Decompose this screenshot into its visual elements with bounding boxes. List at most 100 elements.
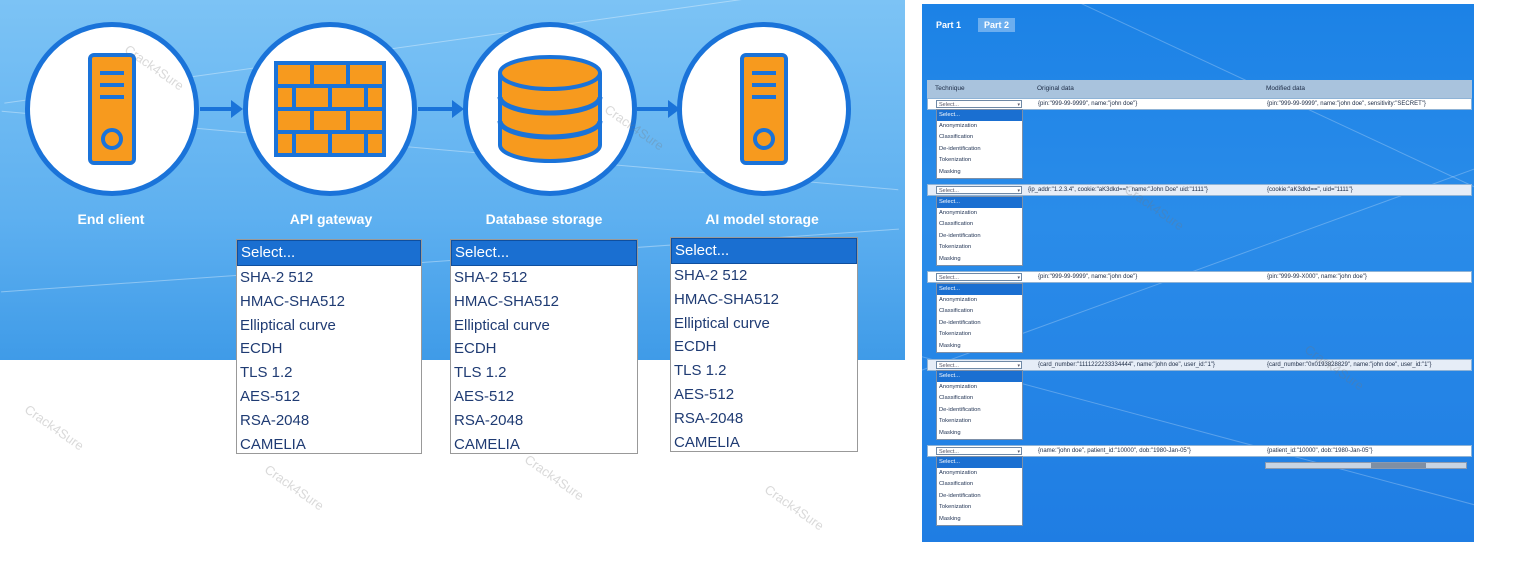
option-masking[interactable]: Masking (937, 254, 1022, 265)
option-anonymization[interactable]: Anonymization (937, 295, 1022, 306)
original-data-cell: {name:"john doe", patient_id:"10000", do… (1038, 448, 1191, 454)
select-option[interactable]: SHA-2 512 (451, 266, 637, 290)
select-option[interactable]: HMAC-SHA512 (451, 290, 637, 314)
database-storage-node (463, 22, 637, 196)
select-option[interactable]: CAMELIA (671, 431, 857, 455)
option-de-identification[interactable]: De-identification (937, 405, 1022, 416)
select-current[interactable]: Select... (451, 240, 637, 266)
api-gateway-encryption-select[interactable]: Select... SHA-2 512 HMAC-SHA512 Elliptic… (236, 239, 422, 454)
database-storage-encryption-select[interactable]: Select... SHA-2 512 HMAC-SHA512 Elliptic… (450, 239, 638, 454)
select-option[interactable]: TLS 1.2 (671, 359, 857, 383)
select-option[interactable]: Elliptical curve (451, 314, 637, 338)
select-option[interactable]: TLS 1.2 (237, 361, 421, 385)
ai-model-storage-node (677, 22, 851, 196)
database-storage-label: Database storage (485, 211, 603, 227)
tab-part-1[interactable]: Part 1 (930, 18, 967, 32)
select-current[interactable]: Select... (671, 238, 857, 264)
option-de-identification[interactable]: De-identification (937, 231, 1022, 242)
select-option[interactable]: ECDH (671, 335, 857, 359)
ai-model-storage-encryption-select[interactable]: Select... SHA-2 512 HMAC-SHA512 Elliptic… (670, 237, 858, 452)
server-icon (88, 53, 136, 165)
select-option[interactable]: SHA-2 512 (237, 266, 421, 290)
option-classification[interactable]: Classification (937, 219, 1022, 230)
select-option[interactable]: CAMELIA (451, 433, 637, 457)
select-option[interactable]: Elliptical curve (671, 312, 857, 336)
option-classification[interactable]: Classification (937, 393, 1022, 404)
select-option[interactable]: RSA-2048 (237, 409, 421, 433)
original-data-cell: {card_number:"1111222233334444", name:"j… (1038, 362, 1215, 368)
select-option[interactable]: Elliptical curve (237, 314, 421, 338)
option-select[interactable]: Select... (937, 197, 1022, 208)
technique-select[interactable]: Select... (936, 186, 1022, 195)
technique-options-list[interactable]: Select... Anonymization Classification D… (936, 109, 1023, 179)
select-option[interactable]: ECDH (237, 337, 421, 361)
firewall-icon (274, 61, 386, 157)
option-classification[interactable]: Classification (937, 306, 1022, 317)
end-client-label: End client (77, 211, 145, 227)
flow-arrow (637, 100, 680, 118)
original-data-cell: {pin:"999-99-9999", name:"john doe"} (1038, 101, 1138, 107)
technique-options-list[interactable]: Select... Anonymization Classification D… (936, 370, 1023, 440)
flow-arrow (200, 100, 243, 118)
option-de-identification[interactable]: De-identification (937, 491, 1022, 502)
end-client-node (25, 22, 199, 196)
select-option[interactable]: CAMELIA (237, 433, 421, 457)
technique-select[interactable]: Select... (936, 100, 1022, 109)
table-row: Select... {pin:"999-99-9999", name:"john… (927, 271, 1472, 283)
ai-model-storage-label: AI model storage (705, 211, 819, 227)
option-classification[interactable]: Classification (937, 132, 1022, 143)
option-anonymization[interactable]: Anonymization (937, 382, 1022, 393)
modified-data-cell: {patient_id:"10000", dob:"1980-Jan-05"} (1267, 448, 1373, 454)
option-de-identification[interactable]: De-identification (937, 318, 1022, 329)
option-tokenization[interactable]: Tokenization (937, 155, 1022, 166)
technique-options-list[interactable]: Select... Anonymization Classification D… (936, 456, 1023, 526)
select-option[interactable]: AES-512 (451, 385, 637, 409)
option-classification[interactable]: Classification (937, 479, 1022, 490)
database-icon (497, 55, 603, 163)
tab-part-2[interactable]: Part 2 (978, 18, 1016, 32)
option-masking[interactable]: Masking (937, 514, 1022, 525)
option-anonymization[interactable]: Anonymization (937, 121, 1022, 132)
option-de-identification[interactable]: De-identification (937, 144, 1022, 155)
select-option[interactable]: SHA-2 512 (671, 264, 857, 288)
select-option[interactable]: ECDH (451, 337, 637, 361)
horizontal-scrollbar[interactable] (1265, 462, 1467, 469)
option-tokenization[interactable]: Tokenization (937, 242, 1022, 253)
modified-data-cell: {pin:"999-99-X000", name:"john doe"} (1267, 274, 1367, 280)
column-header-modified: Modified data (1266, 85, 1306, 92)
option-tokenization[interactable]: Tokenization (937, 502, 1022, 513)
select-current[interactable]: Select... (237, 240, 421, 266)
modified-data-cell: {card_number:"0x0193828829", name:"john … (1267, 362, 1432, 368)
watermark: Crack4Sure (21, 401, 87, 454)
select-option[interactable]: RSA-2048 (671, 407, 857, 431)
watermark: Crack4Sure (261, 461, 327, 514)
technique-select[interactable]: Select... (936, 361, 1022, 370)
option-masking[interactable]: Masking (937, 341, 1022, 352)
flow-arrow (418, 100, 464, 118)
select-option[interactable]: RSA-2048 (451, 409, 637, 433)
option-masking[interactable]: Masking (937, 167, 1022, 178)
select-option[interactable]: AES-512 (671, 383, 857, 407)
option-tokenization[interactable]: Tokenization (937, 416, 1022, 427)
technique-select[interactable]: Select... (936, 447, 1022, 456)
select-option[interactable]: HMAC-SHA512 (237, 290, 421, 314)
select-option[interactable]: TLS 1.2 (451, 361, 637, 385)
option-select[interactable]: Select... (937, 110, 1022, 121)
api-gateway-label: API gateway (289, 211, 373, 227)
technique-options-list[interactable]: Select... Anonymization Classification D… (936, 196, 1023, 266)
technique-select[interactable]: Select... (936, 273, 1022, 282)
option-anonymization[interactable]: Anonymization (937, 208, 1022, 219)
scrollbar-thumb[interactable] (1371, 463, 1426, 468)
data-protection-panel: Part 1 Part 2 Technique Original data Mo… (922, 4, 1474, 542)
option-masking[interactable]: Masking (937, 428, 1022, 439)
option-select[interactable]: Select... (937, 457, 1022, 468)
modified-data-cell: {pin:"999-99-9999", name:"john doe", sen… (1267, 101, 1426, 107)
technique-options-list[interactable]: Select... Anonymization Classification D… (936, 283, 1023, 353)
option-select[interactable]: Select... (937, 284, 1022, 295)
original-data-cell: {ip_addr:"1.2.3.4", cookie:"aK3dkd==", n… (1028, 187, 1208, 193)
option-anonymization[interactable]: Anonymization (937, 468, 1022, 479)
select-option[interactable]: HMAC-SHA512 (671, 288, 857, 312)
option-select[interactable]: Select... (937, 371, 1022, 382)
select-option[interactable]: AES-512 (237, 385, 421, 409)
option-tokenization[interactable]: Tokenization (937, 329, 1022, 340)
